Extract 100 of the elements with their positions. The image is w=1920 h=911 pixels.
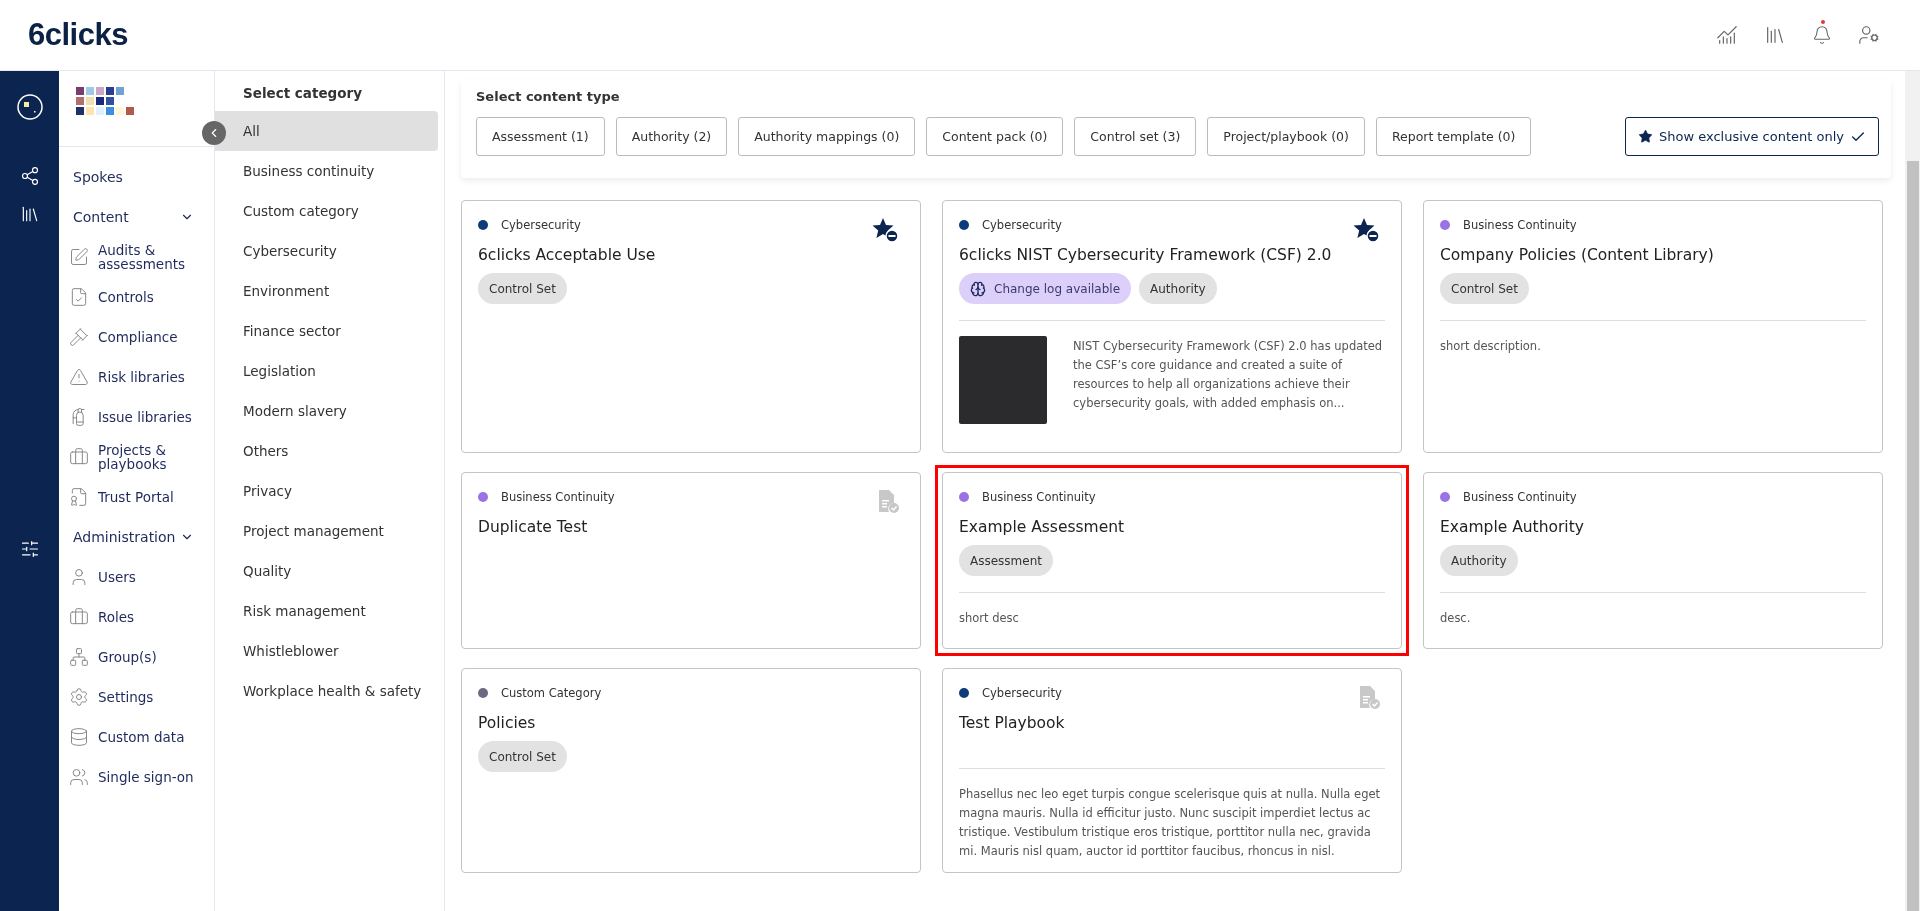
content-card[interactable]: Business Continuity Example Assessment Assessment short desc — [942, 472, 1402, 649]
category-item[interactable]: Workplace health & safety — [215, 671, 438, 711]
card-category: Cybersecurity — [982, 686, 1062, 700]
user-settings-icon[interactable] — [1858, 24, 1880, 46]
card-description: desc. — [1440, 610, 1471, 627]
category-item[interactable]: Whistleblower — [215, 631, 438, 671]
category-item[interactable]: Modern slavery — [215, 391, 438, 431]
nav-item[interactable]: Settings — [59, 677, 214, 717]
card-category: Business Continuity — [1463, 218, 1577, 232]
category-item[interactable]: Cybersecurity — [215, 231, 438, 271]
star-icon — [1637, 129, 1653, 144]
category-item[interactable]: Environment — [215, 271, 438, 311]
nav-item[interactable]: Risk libraries — [59, 357, 214, 397]
card-category: Business Continuity — [501, 490, 615, 504]
scrollbar[interactable] — [1905, 71, 1920, 911]
document-check-icon — [876, 489, 900, 513]
collapse-button[interactable] — [202, 121, 226, 145]
content-type-button[interactable]: Report template (0) — [1375, 117, 1532, 156]
card-title: Company Policies (Content Library) — [1440, 246, 1715, 264]
card-description: Phasellus nec leo eget turpis congue scelerisque quis at nulla. Nulla eget magna mauris. Nulla id efficitur justo. Nunc suscipit imperdiet lectus ac tristique. Vestibulum tristique eros tristique, porttitor nulla nec, gravida mi. Mauris nisl quam, auctor id porttitor faucibus, rhoncus in nisl. — [959, 786, 1382, 860]
type-tag: Assessment — [959, 545, 1053, 576]
nav-item[interactable]: Trust Portal — [59, 477, 214, 517]
changelog-tag: Change log available — [959, 273, 1132, 304]
nav-item[interactable]: Roles — [59, 597, 214, 637]
card-category: Cybersecurity — [982, 218, 1062, 232]
nav-item-icon — [69, 247, 89, 267]
nav-item-icon — [69, 447, 89, 467]
category-item[interactable]: Others — [215, 431, 438, 471]
content-type-button[interactable]: Project/playbook (0) — [1207, 117, 1365, 156]
category-item[interactable]: Business continuity — [215, 151, 438, 191]
card-title: Example Assessment — [959, 518, 1126, 536]
category-item[interactable]: Project management — [215, 511, 438, 551]
nav-item[interactable]: Projects & playbooks — [59, 437, 214, 477]
nav-item-icon — [69, 607, 89, 627]
star-minus-icon[interactable] — [872, 217, 900, 243]
category-item[interactable]: Privacy — [215, 471, 438, 511]
category-item[interactable]: Legislation — [215, 351, 438, 391]
nav-item-icon — [69, 367, 89, 387]
sliders-icon[interactable] — [19, 539, 40, 559]
category-item[interactable]: Quality — [215, 551, 438, 591]
nav-item-icon — [69, 327, 89, 347]
type-tag: Authority — [1440, 545, 1518, 576]
nav-item-icon — [69, 487, 89, 507]
nav-item[interactable]: Custom data — [59, 717, 214, 757]
nav-item-icon — [69, 687, 89, 707]
content-type-button[interactable]: Content pack (0) — [926, 117, 1064, 156]
nav-item[interactable]: Issue libraries — [59, 397, 214, 437]
nav-item[interactable]: Users — [59, 557, 214, 597]
nav-item-icon — [69, 287, 89, 307]
nav-section[interactable]: Administration — [59, 517, 214, 557]
chart-icon[interactable] — [1716, 24, 1738, 46]
content-type-button[interactable]: Control set (3) — [1074, 117, 1197, 156]
nav-link[interactable]: Spokes — [59, 157, 214, 197]
nav-section[interactable]: Content — [59, 197, 214, 237]
nav-item-icon — [69, 727, 89, 747]
content-card[interactable]: Cybersecurity 6clicks Acceptable Use Control Set — [461, 200, 921, 453]
star-minus-icon[interactable] — [1353, 217, 1381, 243]
card-title: 6clicks Acceptable Use — [478, 246, 657, 264]
exclusive-toggle[interactable]: Show exclusive content only — [1624, 117, 1879, 156]
card-description: short description. — [1440, 338, 1541, 355]
blurred-logo — [76, 87, 136, 117]
content-card[interactable]: Business Continuity Company Policies (Content Library) Control Set short description. — [1423, 200, 1883, 453]
card-category: Business Continuity — [1463, 490, 1577, 504]
type-tag: Authority — [1139, 273, 1217, 304]
brain-icon — [970, 280, 986, 297]
nav-item[interactable]: Audits & assessments — [59, 237, 214, 277]
nav-item[interactable]: Compliance — [59, 317, 214, 357]
type-tag: Control Set — [478, 273, 567, 304]
category-item[interactable]: Custom category — [215, 191, 438, 231]
content-card[interactable]: Custom Category Policies Control Set — [461, 668, 921, 873]
workspace-icon[interactable] — [15, 93, 44, 121]
nav-item[interactable]: Controls — [59, 277, 214, 317]
content-card[interactable] — [942, 200, 1402, 453]
content-type-heading: Select content type — [476, 89, 621, 104]
nav-item[interactable]: Single sign-on — [59, 757, 214, 797]
type-tag: Control Set — [478, 741, 567, 772]
content-card[interactable]: Business Continuity Example Authority Authority desc. — [1423, 472, 1883, 649]
card-category: Custom Category — [501, 686, 602, 700]
card-category: Cybersecurity — [501, 218, 581, 232]
content-type-button[interactable]: Authority (2) — [615, 117, 728, 156]
nav-item-icon — [69, 647, 89, 667]
network-icon[interactable] — [19, 166, 40, 186]
content-type-button[interactable]: Authority mappings (0) — [738, 117, 916, 156]
content-type-button[interactable]: Assessment (1) — [476, 117, 605, 156]
card-title: Policies — [478, 714, 537, 732]
category-item[interactable]: Finance sector — [215, 311, 438, 351]
card-description: short desc — [959, 610, 1019, 627]
card-title: Duplicate Test — [478, 518, 589, 536]
category-heading: Select category — [242, 85, 363, 103]
category-item[interactable]: All — [215, 111, 438, 151]
nav-item[interactable]: Group(s) — [59, 637, 214, 677]
app-logo[interactable]: 6clicks — [28, 17, 128, 53]
content-card[interactable]: Business Continuity Duplicate Test — [461, 472, 921, 649]
category-item[interactable]: Risk management — [215, 591, 438, 631]
card-title: 6clicks NIST Cybersecurity Framework (CSF) 2.0 — [959, 246, 1333, 264]
type-tag: Control Set — [1440, 273, 1529, 304]
nav-item-icon — [69, 767, 89, 787]
card-description: NIST Cybersecurity Framework (CSF) 2.0 has updated the CSF’s core guidance and created a suite of resources to help all organizations achieve their cybersecurity goals, with added emphasis on... — [1073, 338, 1384, 412]
card-title: Test Playbook — [959, 714, 1066, 732]
card-title: Example Authority — [1440, 518, 1585, 536]
